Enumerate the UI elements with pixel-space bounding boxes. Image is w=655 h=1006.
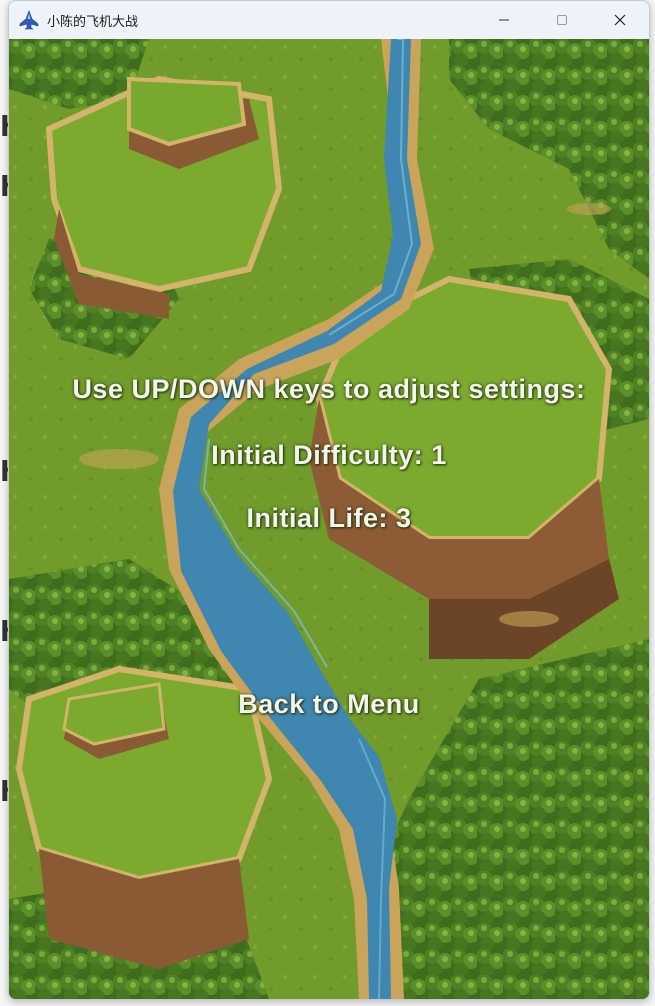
settings-instructions: Use UP/DOWN keys to adjust settings: (72, 374, 586, 404)
minimize-icon (499, 19, 509, 21)
initial-difficulty-setting[interactable]: Initial Difficulty: 1 (9, 440, 649, 471)
close-icon (614, 14, 626, 26)
game-window: 小陈的飞机大战 Use UP/DOWN keys to adjust setti… (8, 0, 650, 1000)
title-bar[interactable]: 小陈的飞机大战 (9, 1, 649, 39)
maximize-button[interactable] (533, 1, 591, 39)
maximize-icon (557, 15, 567, 25)
plane-icon (19, 10, 39, 30)
close-button[interactable] (591, 1, 649, 39)
game-canvas[interactable]: Use UP/DOWN keys to adjust settings: Ini… (9, 39, 649, 999)
minimize-button[interactable] (475, 1, 533, 39)
back-to-menu-button[interactable]: Back to Menu (9, 689, 649, 720)
window-title: 小陈的飞机大战 (47, 14, 139, 30)
initial-life-setting[interactable]: Initial Life: 3 (9, 503, 649, 534)
window-controls (475, 1, 649, 39)
